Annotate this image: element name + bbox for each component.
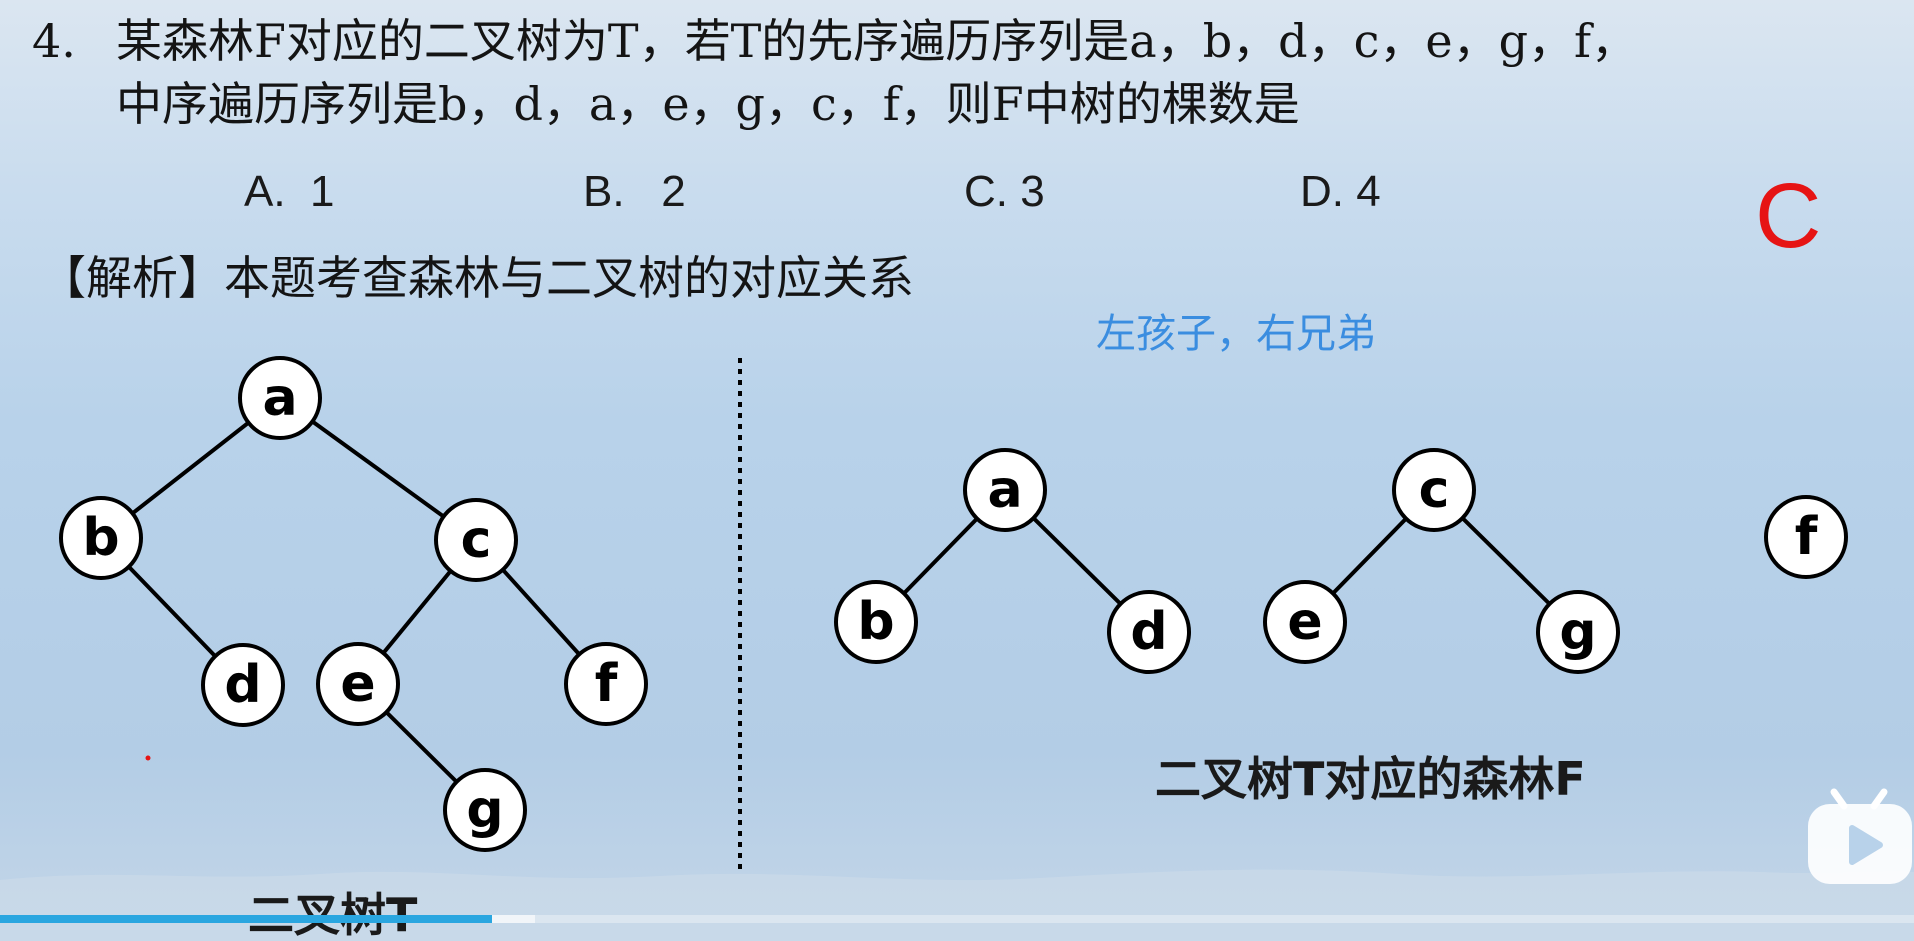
tree-node-f: f — [564, 642, 648, 726]
forest-caption: 二叉树T对应的森林F — [1155, 752, 1586, 806]
forest-node-f: f — [1764, 495, 1848, 579]
tree-node-c-label: c — [461, 510, 492, 570]
tree-node-e: e — [316, 642, 400, 726]
forest-node-f-label: f — [1795, 507, 1819, 567]
forest-node-e: e — [1263, 580, 1347, 664]
tree-node-g-label: g — [466, 780, 503, 840]
red-dot — [145, 755, 151, 761]
forest-node-c-label: c — [1419, 460, 1450, 520]
tree-node-a-label: a — [262, 368, 297, 428]
play-icon[interactable] — [1804, 784, 1914, 888]
progress-fill — [0, 915, 492, 923]
tree-node-e-label: e — [340, 654, 375, 714]
forest-node-b-label: b — [857, 592, 894, 652]
tree-node-a: a — [238, 356, 322, 440]
forest-node-e-label: e — [1287, 592, 1322, 652]
forest-node-b: b — [834, 580, 918, 664]
tree-diagram: a b c d e f g a b d c e g f — [59, 356, 1848, 872]
forest-node-d-label: d — [1130, 602, 1167, 662]
tree-node-d: d — [201, 643, 285, 727]
forest-node-g: g — [1536, 590, 1620, 674]
forest-node-a-label: a — [987, 460, 1022, 520]
forest-node-a: a — [963, 448, 1047, 532]
forest-node-c: c — [1392, 448, 1476, 532]
tree-node-d-label: d — [224, 655, 261, 715]
tree-node-g: g — [443, 768, 527, 852]
tree-node-f-label: f — [595, 654, 619, 714]
forest-node-d: d — [1107, 590, 1191, 674]
tree-node-b-label: b — [82, 508, 119, 568]
tree-node-b: b — [59, 496, 143, 580]
tree-node-c: c — [434, 498, 518, 582]
forest-node-g-label: g — [1559, 602, 1596, 662]
slide: 4. 某森林F对应的二叉树为T，若T的先序遍历序列是a，b，d，c，e，g，f，… — [0, 0, 1914, 941]
